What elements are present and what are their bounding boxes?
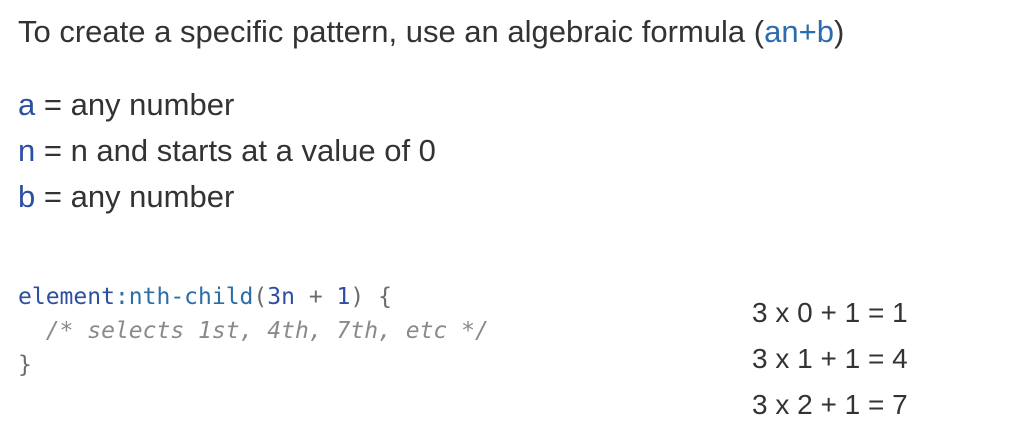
code-open-paren: ( <box>253 284 268 310</box>
code-comment: /* selects 1st, 4th, 7th, etc */ <box>45 318 489 344</box>
definition-text: = n and starts at a value of 0 <box>35 133 436 168</box>
definition-b: b = any number <box>18 174 436 220</box>
variable-definitions: a = any number n = n and starts at a val… <box>18 82 436 220</box>
code-close-brace: } <box>18 352 32 378</box>
definition-a: a = any number <box>18 82 436 128</box>
calculation-row: 3 x 0 + 1 = 1 <box>752 297 908 328</box>
code-example: element:nth-child(3n + 1) { /* selects 1… <box>18 280 489 382</box>
code-line-2: /* selects 1st, 4th, 7th, etc */ <box>18 314 489 348</box>
definition-n: n = n and starts at a value of 0 <box>18 128 436 174</box>
heading-formula: an+b <box>764 14 834 49</box>
definition-var: n <box>18 133 36 168</box>
definition-text: = any number <box>35 179 235 214</box>
slide-heading: To create a specific pattern, use an alg… <box>18 10 844 54</box>
calculation-row: 3 x 1 + 1 = 4 <box>752 343 908 374</box>
calculation-list: 3 x 0 + 1 = 1 3 x 1 + 1 = 4 3 x 2 + 1 = … <box>752 290 908 428</box>
code-arg-plus: + <box>294 284 337 310</box>
code-selector: element <box>18 284 115 310</box>
code-pseudo-class: :nth-child <box>114 284 254 310</box>
code-line-3: } <box>18 348 489 382</box>
code-arg-n: 3n <box>267 284 295 310</box>
calculation-row: 3 x 2 + 1 = 7 <box>752 389 908 420</box>
code-arg-b: 1 <box>336 284 351 310</box>
definition-var: a <box>18 87 36 122</box>
code-line-1: element:nth-child(3n + 1) { <box>18 280 489 314</box>
heading-close: ) <box>833 14 845 49</box>
code-open-brace: { <box>364 284 392 310</box>
heading-text: To create a specific pattern, use an alg… <box>18 14 765 49</box>
definition-text: = any number <box>35 87 235 122</box>
definition-var: b <box>18 179 36 214</box>
code-close-paren: ) <box>350 284 365 310</box>
